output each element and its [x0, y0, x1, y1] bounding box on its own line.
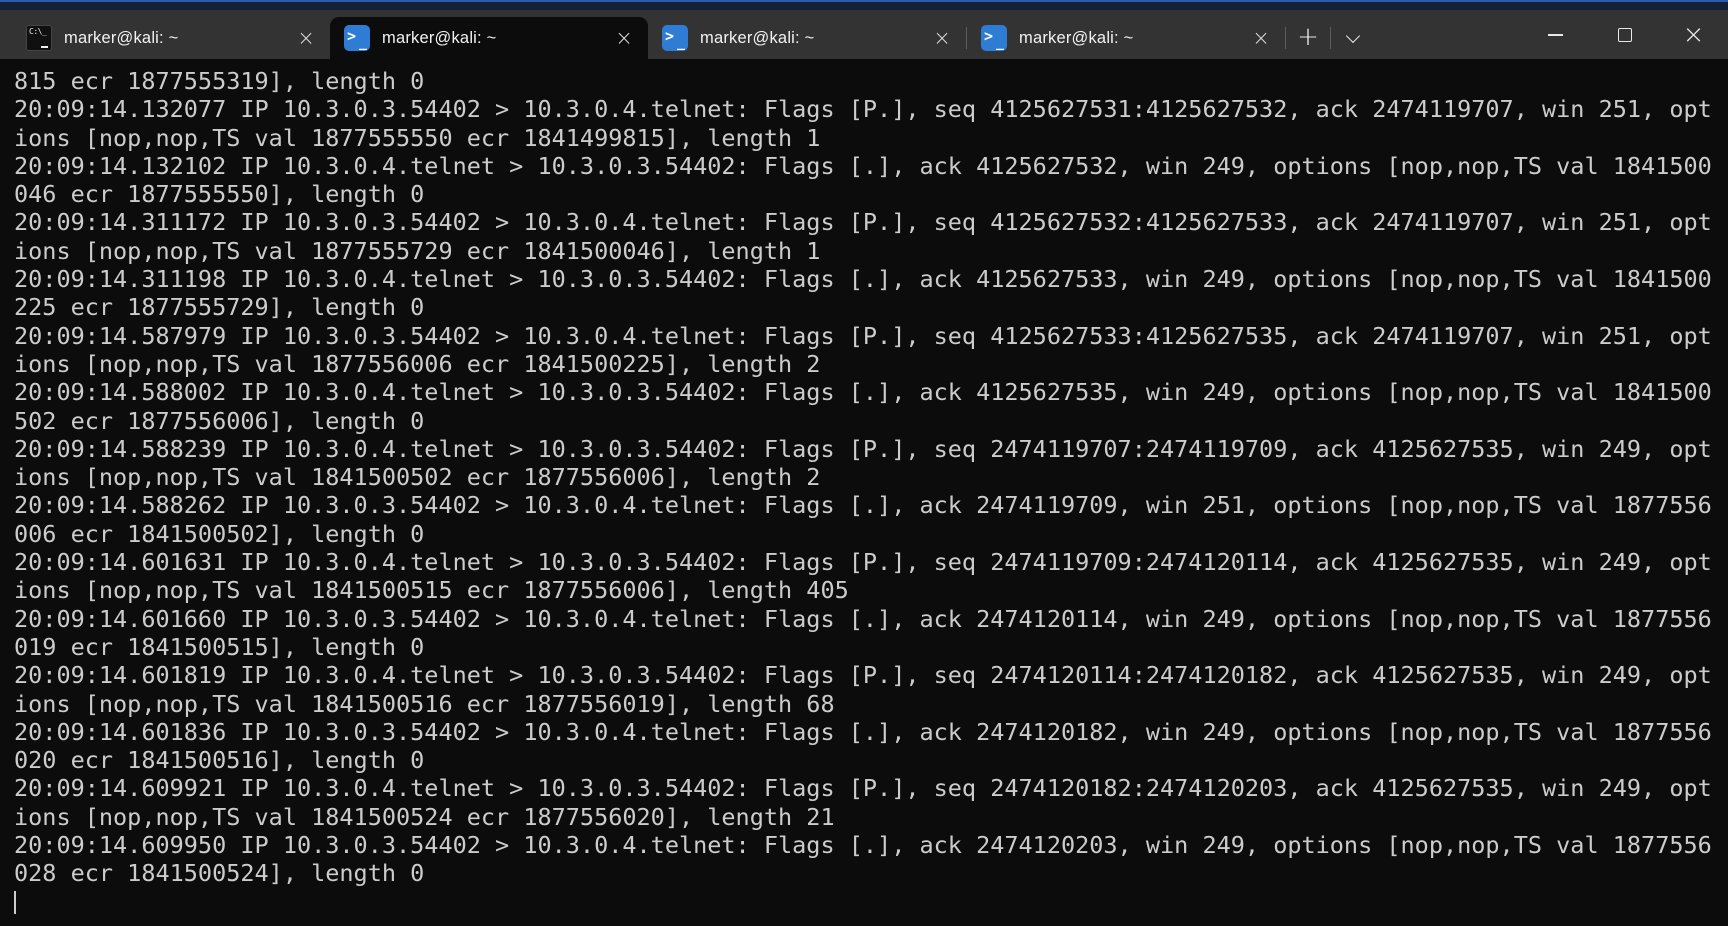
terminal-line: 020 ecr 1841500516], length 0: [14, 746, 1728, 774]
terminal-line: 006 ecr 1841500502], length 0: [14, 520, 1728, 548]
terminal-line: ions [nop,nop,TS val 1841500515 ecr 1877…: [14, 576, 1728, 604]
tab-bar-spacer: [1375, 17, 1521, 59]
terminal-line: ions [nop,nop,TS val 1841500502 ecr 1877…: [14, 463, 1728, 491]
maximize-button[interactable]: [1590, 10, 1659, 59]
terminal-line: 20:09:14.311198 IP 10.3.0.4.telnet > 10.…: [14, 265, 1728, 293]
terminal-line: 20:09:14.601819 IP 10.3.0.4.telnet > 10.…: [14, 661, 1728, 689]
close-button[interactable]: ×: [1659, 10, 1728, 59]
tab-close-button[interactable]: ×: [290, 23, 322, 53]
tab-close-button[interactable]: ×: [608, 23, 640, 53]
tab-3[interactable]: >_ marker@kali: ~×: [648, 17, 966, 59]
background-code-line: 2from scapy.all import IP,TCP,send,ls: [0, 0, 1728, 10]
maximize-icon: [1618, 28, 1632, 42]
minimize-button[interactable]: [1521, 10, 1590, 59]
tab-label: marker@kali: ~: [382, 29, 608, 48]
terminal-line: 20:09:14.601660 IP 10.3.0.3.54402 > 10.3…: [14, 605, 1728, 633]
tab-bar: C:\_marker@kali: ~×>_marker@kali: ~×>_ma…: [0, 10, 1728, 59]
background-window-strip: 2from scapy.all import IP,TCP,send,ls: [0, 0, 1728, 10]
tab-label: marker@kali: ~: [64, 29, 290, 48]
tab-label: marker@kali: ~: [700, 29, 926, 48]
terminal-line: 20:09:14.311172 IP 10.3.0.3.54402 > 10.3…: [14, 208, 1728, 236]
terminal-line: 225 ecr 1877555729], length 0: [14, 293, 1728, 321]
terminal-line: 019 ecr 1841500515], length 0: [14, 633, 1728, 661]
terminal-line: ions [nop,nop,TS val 1841500524 ecr 1877…: [14, 803, 1728, 831]
terminal-line: 502 ecr 1877556006], length 0: [14, 407, 1728, 435]
plus-icon: +: [1297, 22, 1319, 52]
terminal-output[interactable]: 815 ecr 1877555319], length 020:09:14.13…: [0, 59, 1728, 926]
tab-strip: C:\_marker@kali: ~×>_marker@kali: ~×>_ma…: [12, 17, 1285, 59]
terminal-line: 20:09:14.609950 IP 10.3.0.3.54402 > 10.3…: [14, 831, 1728, 859]
terminal-line: ions [nop,nop,TS val 1841500516 ecr 1877…: [14, 690, 1728, 718]
cmd-icon: C:\_: [26, 25, 52, 51]
tab-1[interactable]: C:\_ marker@kali: ~×: [12, 17, 330, 59]
terminal-line: 20:09:14.587979 IP 10.3.0.3.54402 > 10.3…: [14, 322, 1728, 350]
terminal-line: 20:09:14.588002 IP 10.3.0.4.telnet > 10.…: [14, 378, 1728, 406]
tab-label: marker@kali: ~: [1019, 29, 1245, 48]
terminal-line: ions [nop,nop,TS val 1877555729 ecr 1841…: [14, 237, 1728, 265]
close-icon: ×: [1683, 20, 1705, 50]
terminal-line: 20:09:14.132077 IP 10.3.0.3.54402 > 10.3…: [14, 95, 1728, 123]
new-tab-button[interactable]: +: [1286, 17, 1330, 59]
terminal-line: 20:09:14.588239 IP 10.3.0.4.telnet > 10.…: [14, 435, 1728, 463]
terminal-line: 20:09:14.601631 IP 10.3.0.4.telnet > 10.…: [14, 548, 1728, 576]
terminal-line: 20:09:14.588262 IP 10.3.0.3.54402 > 10.3…: [14, 491, 1728, 519]
window-controls: ×: [1521, 10, 1728, 59]
chevron-down-icon: [1346, 28, 1360, 42]
tab-close-button[interactable]: ×: [1245, 23, 1277, 53]
terminal-line: 046 ecr 1877555550], length 0: [14, 180, 1728, 208]
terminal-line: ions [nop,nop,TS val 1877556006 ecr 1841…: [14, 350, 1728, 378]
powershell-icon: >_: [981, 25, 1007, 51]
terminal-line: 20:09:14.132102 IP 10.3.0.4.telnet > 10.…: [14, 152, 1728, 180]
tab-close-button[interactable]: ×: [926, 23, 958, 53]
tab-2-active[interactable]: >_ marker@kali: ~×: [330, 17, 648, 59]
terminal-line: 028 ecr 1841500524], length 0: [14, 859, 1728, 887]
terminal-cursor: [14, 891, 16, 914]
tab-4[interactable]: >_ marker@kali: ~×: [967, 17, 1285, 59]
terminal-line: 20:09:14.609921 IP 10.3.0.4.telnet > 10.…: [14, 774, 1728, 802]
powershell-icon: >_: [344, 25, 370, 51]
minimize-icon: [1548, 34, 1563, 36]
terminal-line: ions [nop,nop,TS val 1877555550 ecr 1841…: [14, 124, 1728, 152]
terminal-line: 815 ecr 1877555319], length 0: [14, 67, 1728, 95]
powershell-icon: >_: [662, 25, 688, 51]
tab-dropdown-button[interactable]: [1331, 17, 1375, 59]
terminal-line: 20:09:14.601836 IP 10.3.0.3.54402 > 10.3…: [14, 718, 1728, 746]
